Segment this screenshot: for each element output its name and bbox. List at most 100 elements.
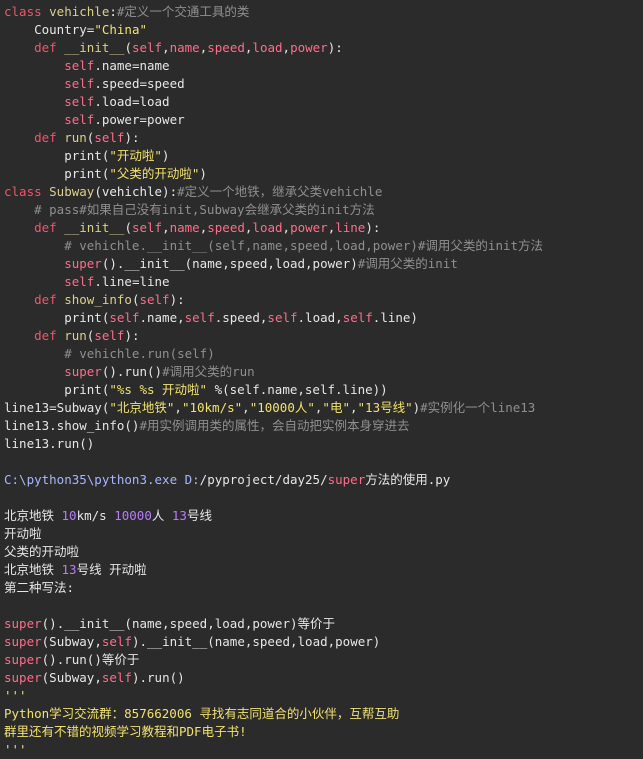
code-token: ''' — [4, 688, 27, 703]
code-token: vehichle — [49, 4, 110, 19]
code-token: super — [4, 670, 42, 685]
code-token: ).run() — [131, 670, 185, 685]
code-token: %(self.name,self.line)) — [207, 382, 388, 397]
code-line: def __init__(self,name,speed,load,power)… — [4, 39, 643, 57]
code-token: self — [4, 274, 95, 289]
code-token: "北京地铁" — [109, 400, 175, 415]
code-token: ) — [199, 166, 207, 181]
code-line: super(Subway,self).__init__(name,speed,l… — [4, 633, 643, 651]
code-token: self — [139, 292, 170, 307]
code-token: run — [64, 328, 87, 343]
code-token: #定义一个地铁，继承父类vehichle — [177, 184, 383, 199]
code-token: .line) — [372, 310, 418, 325]
code-token: 方法的使用.py — [365, 472, 451, 487]
code-token: __init__ — [64, 220, 125, 235]
code-token: self — [342, 310, 373, 325]
code-token: #调用父类的run — [162, 364, 255, 379]
code-token: def — [4, 220, 65, 235]
code-token: .speed, — [214, 310, 268, 325]
code-line: line13.run() — [4, 435, 643, 453]
code-token: ): — [327, 40, 343, 55]
code-token: .line=line — [94, 274, 170, 289]
code-token: .name, — [139, 310, 185, 325]
code-token: "China" — [94, 22, 147, 37]
code-token: ''' — [4, 742, 27, 757]
code-token: "10km/s" — [181, 400, 243, 415]
code-token: ).__init__(name,speed,load,power) — [131, 634, 381, 649]
code-token: print( — [4, 166, 110, 181]
code-token: power — [290, 40, 328, 55]
code-token: self — [101, 634, 132, 649]
code-token: , — [349, 400, 358, 415]
code-token: class — [4, 184, 50, 199]
code-token: ): — [124, 328, 140, 343]
code-token: load — [252, 220, 283, 235]
code-line: super().__init__(name,speed,load,power)等… — [4, 615, 643, 633]
code-token: self — [109, 310, 140, 325]
code-token: class — [4, 4, 50, 19]
code-token: 北京地铁 — [4, 508, 62, 523]
code-line: def __init__(self,name,speed,load,power,… — [4, 219, 643, 237]
code-token: super — [4, 256, 102, 271]
code-line: print("父类的开动啦") — [4, 165, 643, 183]
code-token: 父类的开动啦 — [4, 544, 80, 559]
code-token: # vehichle.run(self) — [4, 346, 215, 361]
code-line: def run(self): — [4, 129, 643, 147]
code-token: C:\python35\python3.exe D: — [4, 472, 200, 487]
code-token: (vehichle): — [94, 184, 178, 199]
code-line: 北京地铁 10km/s 10000人 13号线 — [4, 507, 643, 525]
code-token: #实例化一个line13 — [420, 400, 536, 415]
code-token: super — [327, 472, 366, 487]
code-token: 号线 — [186, 508, 212, 523]
code-token: super — [4, 652, 42, 667]
code-token: super — [4, 634, 42, 649]
code-token: __init__ — [64, 40, 125, 55]
code-token: name — [169, 40, 200, 55]
code-line: 开动啦 — [4, 525, 643, 543]
code-token: .power=power — [94, 112, 185, 127]
code-token: "10000人" — [249, 400, 315, 415]
code-line: def show_info(self): — [4, 291, 643, 309]
code-token: ( — [124, 40, 132, 55]
code-line: ''' — [4, 741, 643, 759]
code-line: class vehichle:#定义一个交通工具的类 — [4, 3, 643, 21]
code-line: 群里还有不错的视频学习教程和PDF电子书! — [4, 723, 643, 741]
code-line: C:\python35\python3.exe D:/pyproject/day… — [4, 471, 643, 489]
code-token: #调用父类的init — [357, 256, 458, 271]
code-token: 第二种写法: — [4, 580, 75, 595]
code-line: # pass#如果自己没有init,Subway会继承父类的init方法 — [4, 201, 643, 219]
code-line: super().run()等价于 — [4, 651, 643, 669]
code-line: line13=Subway("北京地铁","10km/s","10000人","… — [4, 399, 643, 417]
code-token: self — [184, 310, 215, 325]
code-line: print("%s %s 开动啦" %(self.name,self.line)… — [4, 381, 643, 399]
code-token: name — [169, 220, 200, 235]
code-token: 开动啦 — [4, 526, 42, 541]
code-token: "电" — [322, 400, 350, 415]
code-token: "13号线" — [357, 400, 413, 415]
code-token: print( — [4, 310, 110, 325]
code-token: self — [101, 670, 132, 685]
code-token: .load=load — [94, 94, 170, 109]
code-token: .speed=speed — [94, 76, 185, 91]
code-token: , — [282, 40, 291, 55]
code-token: ().__init__(name,speed,load,power) — [101, 256, 358, 271]
code-token: .name=name — [94, 58, 170, 73]
code-token: # pass#如果自己没有init,Subway会继承父类的init方法 — [4, 202, 375, 217]
code-token: : — [109, 4, 117, 19]
code-editor[interactable]: class vehichle:#定义一个交通工具的类 Country="Chin… — [0, 0, 643, 759]
code-line: 第二种写法: — [4, 579, 643, 597]
code-token: def — [4, 130, 65, 145]
code-token: 号线 开动啦 — [76, 562, 147, 577]
code-token: self — [267, 310, 298, 325]
code-line: print(self.name,self.speed,self.load,sel… — [4, 309, 643, 327]
code-token: load — [252, 40, 283, 55]
code-token: Subway — [49, 184, 95, 199]
code-token: 13 — [61, 562, 77, 577]
code-token: show_info — [64, 292, 132, 307]
code-line: super(Subway,self).run() — [4, 669, 643, 687]
code-line: self.power=power — [4, 111, 643, 129]
code-token: self — [4, 58, 95, 73]
code-line: self.speed=speed — [4, 75, 643, 93]
